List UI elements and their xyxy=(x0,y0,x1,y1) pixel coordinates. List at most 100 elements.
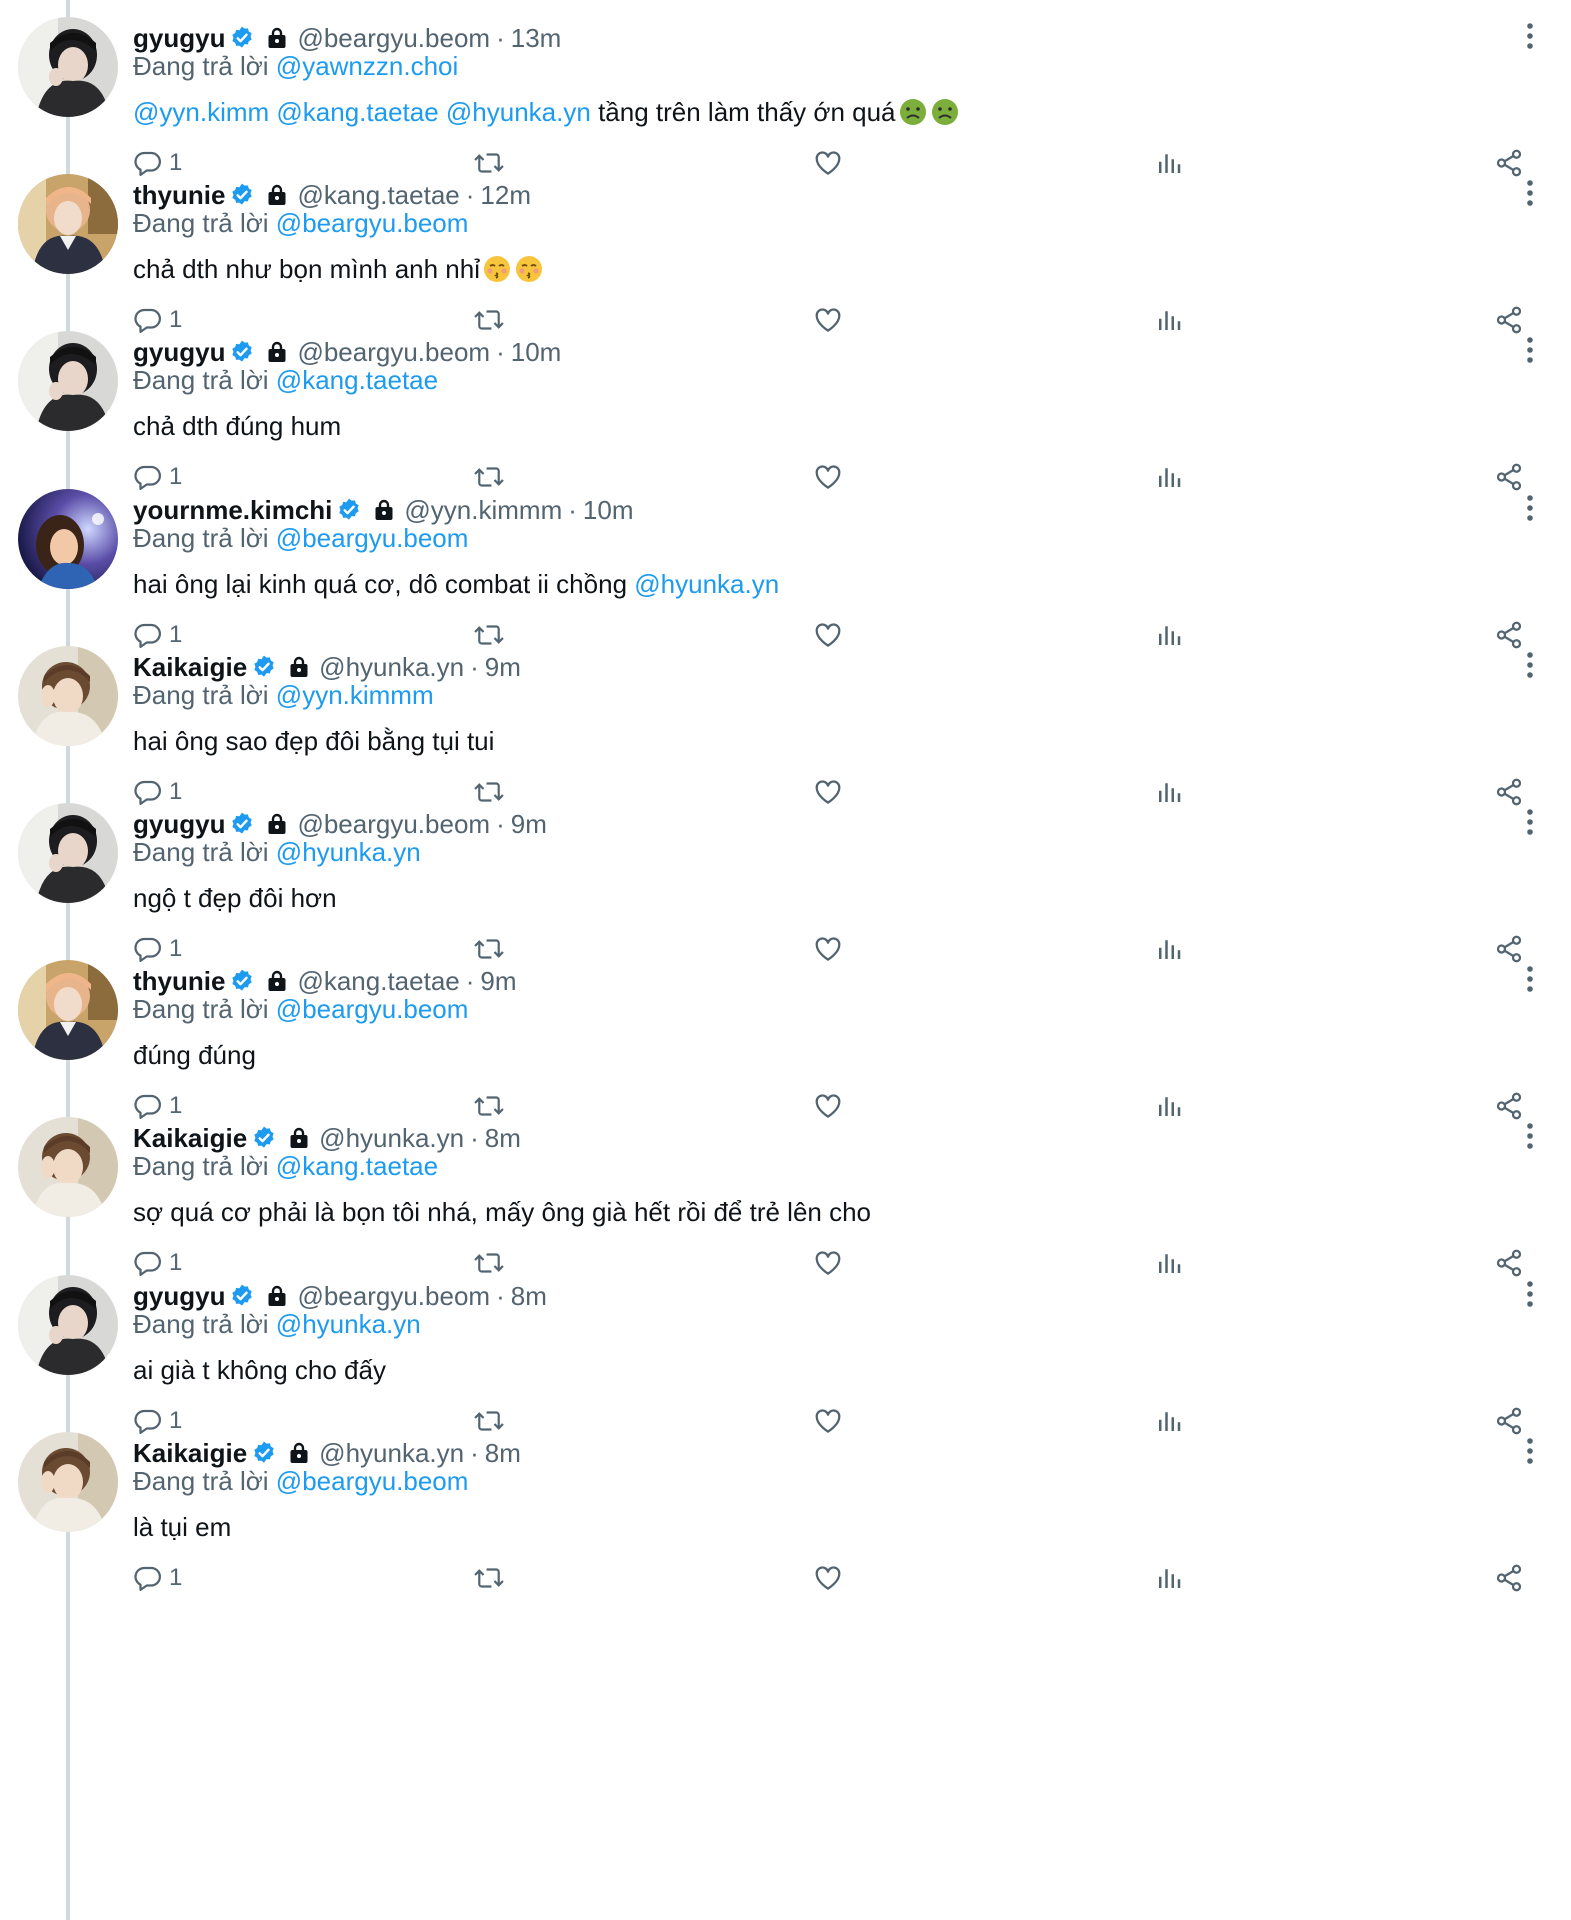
text-mentions[interactable]: @yyn.kimm @kang.taetae @hyunka.yn xyxy=(133,97,591,128)
text-content: ngộ t đẹp đôi hơn xyxy=(133,882,337,913)
display-name[interactable]: gyugyu xyxy=(133,337,225,368)
nauseated-face-emoji-icon xyxy=(898,97,928,127)
separator-dot: · xyxy=(470,1122,479,1153)
replying-to-mention[interactable]: @yawnzzn.choi xyxy=(276,51,458,81)
handle[interactable]: @beargyu.beom xyxy=(297,337,490,368)
handle[interactable]: @hyunka.yn xyxy=(319,652,464,683)
tweet-text: ngộ t đẹp đôi hơn xyxy=(133,878,337,918)
reply-icon xyxy=(133,1563,163,1593)
verified-badge-icon xyxy=(336,497,362,523)
replying-to-label: Đang trả lời xyxy=(133,1309,269,1339)
text-content: là tụi em xyxy=(133,1511,232,1542)
replying-to-mention[interactable]: @beargyu.beom xyxy=(276,208,469,238)
lock-icon xyxy=(265,26,289,50)
more-vertical-icon[interactable] xyxy=(1512,1118,1548,1154)
verified-badge-icon xyxy=(229,182,255,208)
avatar-gyugyu[interactable] xyxy=(18,803,118,903)
lock-icon xyxy=(265,969,289,993)
replying-to: Đang trả lời @beargyu.beom xyxy=(133,523,468,559)
display-name[interactable]: gyugyu xyxy=(133,809,225,840)
replying-to-label: Đang trả lời xyxy=(133,1466,269,1496)
avatar-thyunie[interactable] xyxy=(18,174,118,274)
replying-to-mention[interactable]: @yyn.kimmm xyxy=(276,680,434,710)
timestamp[interactable]: 10m xyxy=(583,495,634,526)
timestamp[interactable]: 8m xyxy=(511,1281,547,1312)
replying-to: Đang trả lời @yyn.kimmm xyxy=(133,680,434,716)
more-vertical-icon[interactable] xyxy=(1512,175,1548,211)
replying-to-mention[interactable]: @beargyu.beom xyxy=(276,994,469,1024)
kissing-face-emoji-icon xyxy=(514,254,544,284)
nauseated-face-emoji-icon xyxy=(930,97,960,127)
avatar-gyugyu[interactable] xyxy=(18,1275,118,1375)
replying-to-mention[interactable]: @kang.taetae xyxy=(276,1151,438,1181)
like-button[interactable] xyxy=(813,1558,843,1598)
views-icon xyxy=(1154,1563,1184,1593)
lock-icon xyxy=(287,655,311,679)
display-name[interactable]: gyugyu xyxy=(133,23,225,54)
handle[interactable]: @kang.taetae xyxy=(297,966,459,997)
share-button[interactable] xyxy=(1494,1558,1524,1598)
avatar-yournme[interactable] xyxy=(18,489,118,589)
avatar-thyunie[interactable] xyxy=(18,960,118,1060)
tweet-actions: 1 xyxy=(0,1558,1571,1598)
handle[interactable]: @beargyu.beom xyxy=(297,809,490,840)
avatar-kaikaigie[interactable] xyxy=(18,1432,118,1532)
heart-icon xyxy=(813,1563,843,1593)
handle[interactable]: @hyunka.yn xyxy=(319,1438,464,1469)
avatar-gyugyu[interactable] xyxy=(18,17,118,117)
more-vertical-icon[interactable] xyxy=(1512,804,1548,840)
handle[interactable]: @hyunka.yn xyxy=(319,1123,464,1154)
more-vertical-icon[interactable] xyxy=(1512,1433,1548,1469)
replying-to-label: Đang trả lời xyxy=(133,1151,269,1181)
display-name[interactable]: gyugyu xyxy=(133,1281,225,1312)
display-name[interactable]: yournme.kimchi xyxy=(133,495,332,526)
replying-to: Đang trả lời @hyunka.yn xyxy=(133,1309,421,1345)
text-mention[interactable]: @hyunka.yn xyxy=(634,569,779,600)
handle[interactable]: @kang.taetae xyxy=(297,180,459,211)
separator-dot: · xyxy=(496,336,505,367)
more-vertical-icon[interactable] xyxy=(1512,961,1548,997)
more-vertical-icon[interactable] xyxy=(1512,1276,1548,1312)
replying-to-mention[interactable]: @hyunka.yn xyxy=(276,1309,421,1339)
tweet[interactable]: Kaikaigie @hyunka.yn · 8m Đang trả lời @… xyxy=(0,1415,1571,1607)
replying-to-mention[interactable]: @beargyu.beom xyxy=(276,1466,469,1496)
more-vertical-icon[interactable] xyxy=(1512,18,1548,54)
display-name[interactable]: Kaikaigie xyxy=(133,1438,247,1469)
timestamp[interactable]: 8m xyxy=(485,1438,521,1469)
avatar-kaikaigie[interactable] xyxy=(18,1117,118,1217)
replying-to-label: Đang trả lời xyxy=(133,837,269,867)
views-button[interactable] xyxy=(1154,1558,1184,1598)
replying-to-label: Đang trả lời xyxy=(133,208,269,238)
more-vertical-icon[interactable] xyxy=(1512,490,1548,526)
timestamp[interactable]: 9m xyxy=(485,652,521,683)
more-vertical-icon[interactable] xyxy=(1512,647,1548,683)
more-vertical-icon[interactable] xyxy=(1512,332,1548,368)
text-content: tầng trên làm thấy ớn quá xyxy=(598,96,896,127)
avatar-kaikaigie[interactable] xyxy=(18,646,118,746)
lock-icon xyxy=(265,1284,289,1308)
timestamp[interactable]: 13m xyxy=(511,23,562,54)
replying-to-mention[interactable]: @hyunka.yn xyxy=(276,837,421,867)
handle[interactable]: @yyn.kimmm xyxy=(404,495,562,526)
timestamp[interactable]: 8m xyxy=(485,1123,521,1154)
display-name[interactable]: Kaikaigie xyxy=(133,1123,247,1154)
retweet-button[interactable] xyxy=(472,1558,506,1598)
display-name[interactable]: thyunie xyxy=(133,966,225,997)
replying-to-mention[interactable]: @kang.taetae xyxy=(276,365,438,395)
timestamp[interactable]: 10m xyxy=(511,337,562,368)
display-name[interactable]: thyunie xyxy=(133,180,225,211)
timestamp[interactable]: 9m xyxy=(511,809,547,840)
display-name[interactable]: Kaikaigie xyxy=(133,652,247,683)
handle[interactable]: @beargyu.beom xyxy=(297,23,490,54)
reply-button[interactable]: 1 xyxy=(133,1558,182,1598)
replying-to: Đang trả lời @beargyu.beom xyxy=(133,994,468,1030)
verified-badge-icon xyxy=(251,1125,277,1151)
replying-to: Đang trả lời @hyunka.yn xyxy=(133,837,421,873)
replying-to-mention[interactable]: @beargyu.beom xyxy=(276,523,469,553)
verified-badge-icon xyxy=(229,811,255,837)
lock-icon xyxy=(265,812,289,836)
handle[interactable]: @beargyu.beom xyxy=(297,1281,490,1312)
timestamp[interactable]: 9m xyxy=(480,966,516,997)
avatar-gyugyu[interactable] xyxy=(18,331,118,431)
timestamp[interactable]: 12m xyxy=(480,180,531,211)
